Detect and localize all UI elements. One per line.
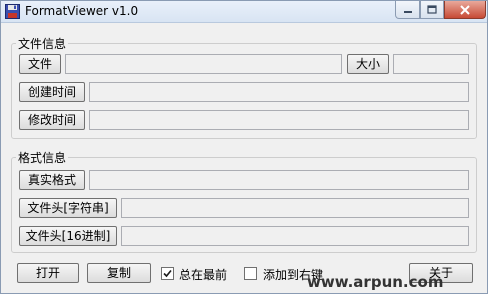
file-path-field[interactable] — [65, 54, 342, 74]
close-icon — [460, 4, 470, 15]
file-info-legend: 文件信息 — [18, 37, 67, 51]
title-bar[interactable]: FormatViewer v1.0 — [1, 1, 487, 23]
header-string-button[interactable]: 文件头[字符串] — [19, 198, 117, 218]
watermark-text: www.arpun.com — [307, 273, 444, 291]
close-window-button[interactable] — [444, 1, 486, 19]
size-button[interactable]: 大小 — [347, 54, 389, 74]
window-title: FormatViewer v1.0 — [25, 4, 139, 18]
copy-button[interactable]: 复制 — [87, 263, 151, 283]
modified-time-button[interactable]: 修改时间 — [19, 110, 85, 130]
maximize-icon — [427, 5, 437, 14]
created-time-field[interactable] — [89, 82, 469, 102]
header-hex-field[interactable] — [121, 226, 469, 246]
checkmark-icon — [163, 269, 172, 278]
minimize-button[interactable] — [395, 1, 420, 19]
maximize-button[interactable] — [420, 1, 444, 19]
header-string-field[interactable] — [121, 198, 469, 218]
header-hex-button[interactable]: 文件头[16进制] — [19, 226, 117, 246]
size-field[interactable] — [393, 54, 469, 74]
format-info-legend: 格式信息 — [18, 151, 67, 165]
file-button[interactable]: 文件 — [19, 54, 61, 74]
created-time-button[interactable]: 创建时间 — [19, 82, 85, 102]
real-format-button[interactable]: 真实格式 — [19, 170, 85, 190]
always-on-top-label: 总在最前 — [179, 268, 228, 282]
modified-time-field[interactable] — [89, 110, 469, 130]
floppy-disk-icon — [5, 4, 20, 19]
add-context-menu-checkbox[interactable] — [244, 267, 257, 280]
open-button[interactable]: 打开 — [17, 263, 79, 283]
real-format-field[interactable] — [89, 170, 469, 190]
app-window: FormatViewer v1.0 文件信息 文件 大小 创建时间 修改时间 格 — [0, 0, 488, 294]
always-on-top-checkbox[interactable] — [161, 267, 174, 280]
minimize-icon — [403, 10, 412, 13]
